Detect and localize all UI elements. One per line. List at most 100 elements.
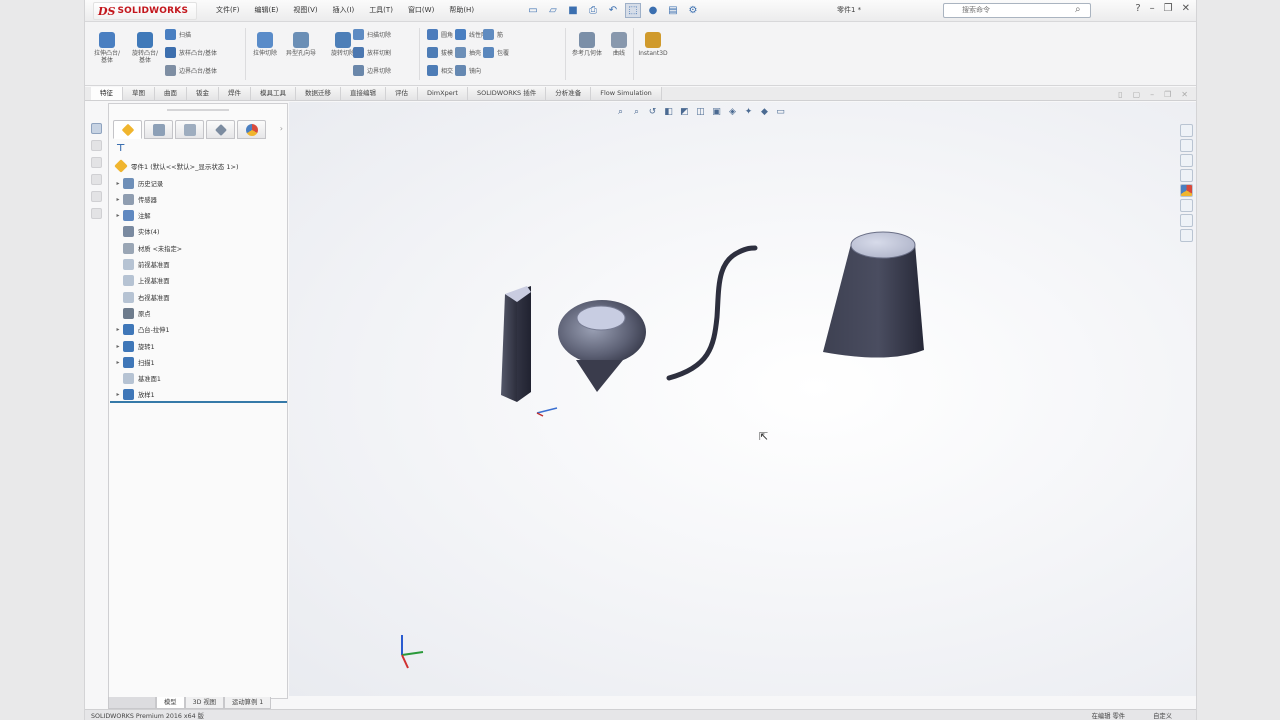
tree-node[interactable]: ▸ 放样1: [113, 389, 155, 401]
expand-arrow-icon[interactable]: ▸: [113, 326, 123, 333]
undo-icon[interactable]: ↶: [605, 3, 621, 18]
tab-1[interactable]: 草图: [123, 87, 155, 100]
feature-tool-button[interactable]: 镜向: [455, 65, 481, 76]
bottom-tab-1[interactable]: 3D 视图: [184, 697, 225, 709]
feature-tool-button[interactable]: 拉伸凸台/基体: [91, 32, 123, 64]
strip-icon-6[interactable]: [90, 208, 102, 219]
tab-7[interactable]: 直接编辑: [341, 87, 386, 100]
tree-node[interactable]: 前视基准面: [113, 259, 169, 271]
tree-node[interactable]: 实体(4): [113, 226, 160, 238]
strip-icon-4[interactable]: [90, 174, 102, 185]
tab-3[interactable]: 钣金: [187, 87, 219, 100]
expand-arrow-icon[interactable]: ▸: [113, 212, 123, 219]
feature-tool-button[interactable]: 圆角: [427, 29, 453, 40]
feature-tool-button[interactable]: 包覆: [483, 47, 509, 58]
rollback-bar[interactable]: [110, 401, 287, 403]
tree-node[interactable]: 基准面1: [113, 373, 161, 385]
feature-tool-button[interactable]: 扫描: [165, 29, 191, 40]
minimize-icon[interactable]: –: [1150, 3, 1155, 14]
save-icon[interactable]: ■: [565, 3, 581, 18]
select-icon[interactable]: ⬚: [625, 3, 641, 18]
minimize-view-icon[interactable]: –: [1150, 90, 1154, 99]
menu-item[interactable]: 窗口(W): [405, 4, 437, 16]
tab-11[interactable]: 分析准备: [546, 87, 592, 100]
panel-splitter[interactable]: [167, 109, 229, 111]
file-explorer-icon[interactable]: [1180, 169, 1193, 182]
configuration-tab[interactable]: [175, 120, 204, 139]
resources-icon[interactable]: [1180, 139, 1193, 152]
close-icon[interactable]: ✕: [1182, 3, 1190, 14]
chevron-right-icon[interactable]: ›: [280, 124, 283, 133]
menu-item[interactable]: 帮助(H): [446, 4, 477, 16]
feature-tool-button[interactable]: 放样切割: [353, 47, 391, 58]
close-view-icon[interactable]: ✕: [1181, 90, 1188, 99]
menu-item[interactable]: 视图(V): [290, 4, 320, 16]
expand-arrow-icon[interactable]: ▸: [113, 180, 123, 187]
search-commands-input[interactable]: [943, 3, 1091, 18]
home-icon[interactable]: [1180, 124, 1193, 137]
extruded-block[interactable]: [501, 286, 531, 402]
lofted-frustum[interactable]: [823, 231, 924, 358]
graphics-area[interactable]: ⌕ ⌕ ↺ ◧ ◩ ◫ ▣ ◈ ✦ ◆ ▭ ⇱: [289, 102, 1196, 696]
tree-node[interactable]: ▸ 扫描1: [113, 356, 155, 368]
property-manager-tab[interactable]: [144, 120, 173, 139]
tree-node[interactable]: ▸ 传感器: [113, 193, 157, 205]
tree-node[interactable]: 上视基准面: [113, 275, 169, 287]
feature-tool-button[interactable]: 抽壳: [455, 47, 481, 58]
feature-tool-button[interactable]: 扫描切除: [353, 29, 391, 40]
expand-arrow-icon[interactable]: ▸: [113, 359, 123, 366]
feature-tool-button[interactable]: 边界凸台/基体: [165, 65, 217, 76]
tab-scroll-control[interactable]: [108, 697, 156, 709]
feature-tool-button[interactable]: 拉伸切除: [249, 32, 281, 57]
appearances-icon[interactable]: [1180, 184, 1193, 197]
tree-node[interactable]: ▸ 凸台-拉伸1: [113, 324, 169, 336]
menu-item[interactable]: 插入(I): [330, 4, 358, 16]
tab-0[interactable]: 特征: [91, 87, 123, 100]
tree-root[interactable]: 零件1 (默认<<默认>_显示状态 1>): [114, 159, 239, 173]
dimxpert-tab[interactable]: [206, 120, 235, 139]
solidworks-logo[interactable]: DS SOLIDWORKS: [93, 2, 197, 20]
tab-2[interactable]: 曲面: [155, 87, 187, 100]
custom-properties-icon[interactable]: [1180, 199, 1193, 212]
filter-icon[interactable]: ⊤: [116, 143, 125, 154]
print-icon[interactable]: ⎙: [585, 3, 601, 18]
tab-12[interactable]: Flow Simulation: [591, 87, 662, 100]
new-document-icon[interactable]: ▭: [525, 3, 541, 18]
feature-tool-button[interactable]: Instant3D: [637, 32, 669, 57]
feature-tool-button[interactable]: 相交: [427, 65, 453, 76]
open-icon[interactable]: ▱: [545, 3, 561, 18]
strip-icon-2[interactable]: [90, 140, 102, 151]
options-icon[interactable]: ⚙: [685, 3, 701, 18]
bottom-tab-0[interactable]: 模型: [156, 697, 185, 709]
tab-6[interactable]: 数据迁移: [296, 87, 341, 100]
feature-tool-button[interactable]: 旋转凸台/基体: [129, 32, 161, 64]
feature-tree-strip-icon[interactable]: [90, 123, 102, 134]
feature-tree-tab[interactable]: [113, 120, 142, 139]
feature-tool-button[interactable]: 拔模: [427, 47, 453, 58]
feature-tool-button[interactable]: 放样凸台/基体: [165, 47, 217, 58]
file-properties-icon[interactable]: ▤: [665, 3, 681, 18]
display-manager-tab[interactable]: [237, 120, 266, 139]
rebuild-icon[interactable]: ●: [645, 3, 661, 18]
expand-arrow-icon[interactable]: ▸: [113, 196, 123, 203]
restore-view-icon[interactable]: ❐: [1164, 90, 1171, 99]
restore-icon[interactable]: ❐: [1164, 3, 1173, 14]
tab-10[interactable]: SOLIDWORKS 插件: [467, 87, 547, 100]
tab-9[interactable]: DimXpert: [418, 87, 468, 100]
forum-icon[interactable]: [1180, 229, 1193, 242]
strip-icon-5[interactable]: [90, 191, 102, 202]
tab-8[interactable]: 评估: [386, 87, 418, 100]
feature-tool-button[interactable]: 参考几何体: [571, 32, 603, 57]
revolved-knob[interactable]: [558, 300, 646, 392]
menu-item[interactable]: 工具(T): [366, 4, 396, 16]
menu-item[interactable]: 编辑(E): [252, 4, 282, 16]
search-icon[interactable]: ⌕: [1075, 4, 1081, 15]
feature-tool-button[interactable]: 筋: [483, 29, 503, 40]
view-palette-icon[interactable]: [1180, 214, 1193, 227]
tree-node[interactable]: ▸ 旋转1: [113, 340, 155, 352]
expand-icon[interactable]: ▢: [1133, 90, 1141, 99]
tree-node[interactable]: ▸ 历史记录: [113, 177, 163, 189]
tab-5[interactable]: 模具工具: [251, 87, 296, 100]
feature-tool-button[interactable]: 边界切除: [353, 65, 391, 76]
menu-item[interactable]: 文件(F): [213, 4, 243, 16]
